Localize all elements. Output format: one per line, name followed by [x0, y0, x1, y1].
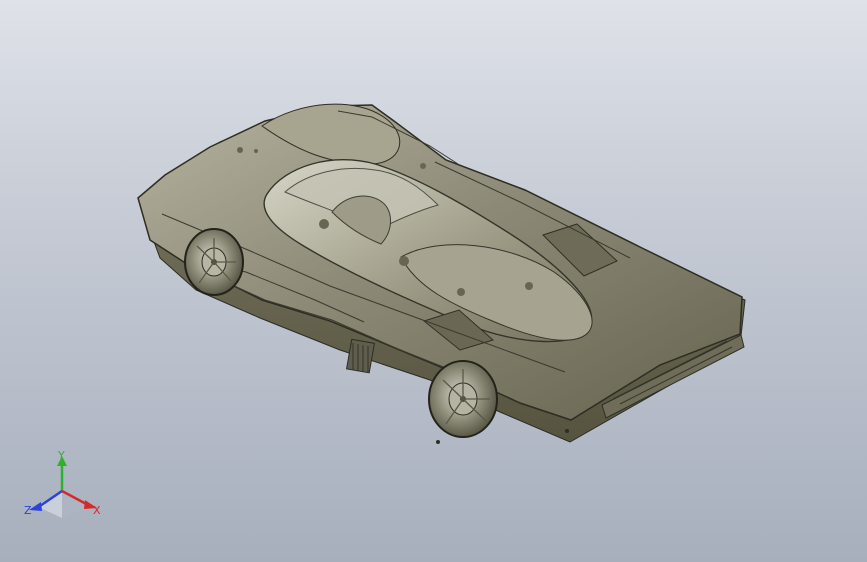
view-orientation-triad[interactable]: Y X Z: [24, 448, 108, 532]
z-axis-label: Z: [24, 504, 32, 517]
triad-base-right: [62, 491, 88, 518]
x-axis-label: X: [93, 504, 101, 517]
cad-viewport[interactable]: Y X Z: [0, 0, 867, 562]
side-vent-grille: [345, 338, 376, 374]
race-car-model[interactable]: [0, 0, 867, 562]
y-axis-label: Y: [57, 449, 65, 462]
